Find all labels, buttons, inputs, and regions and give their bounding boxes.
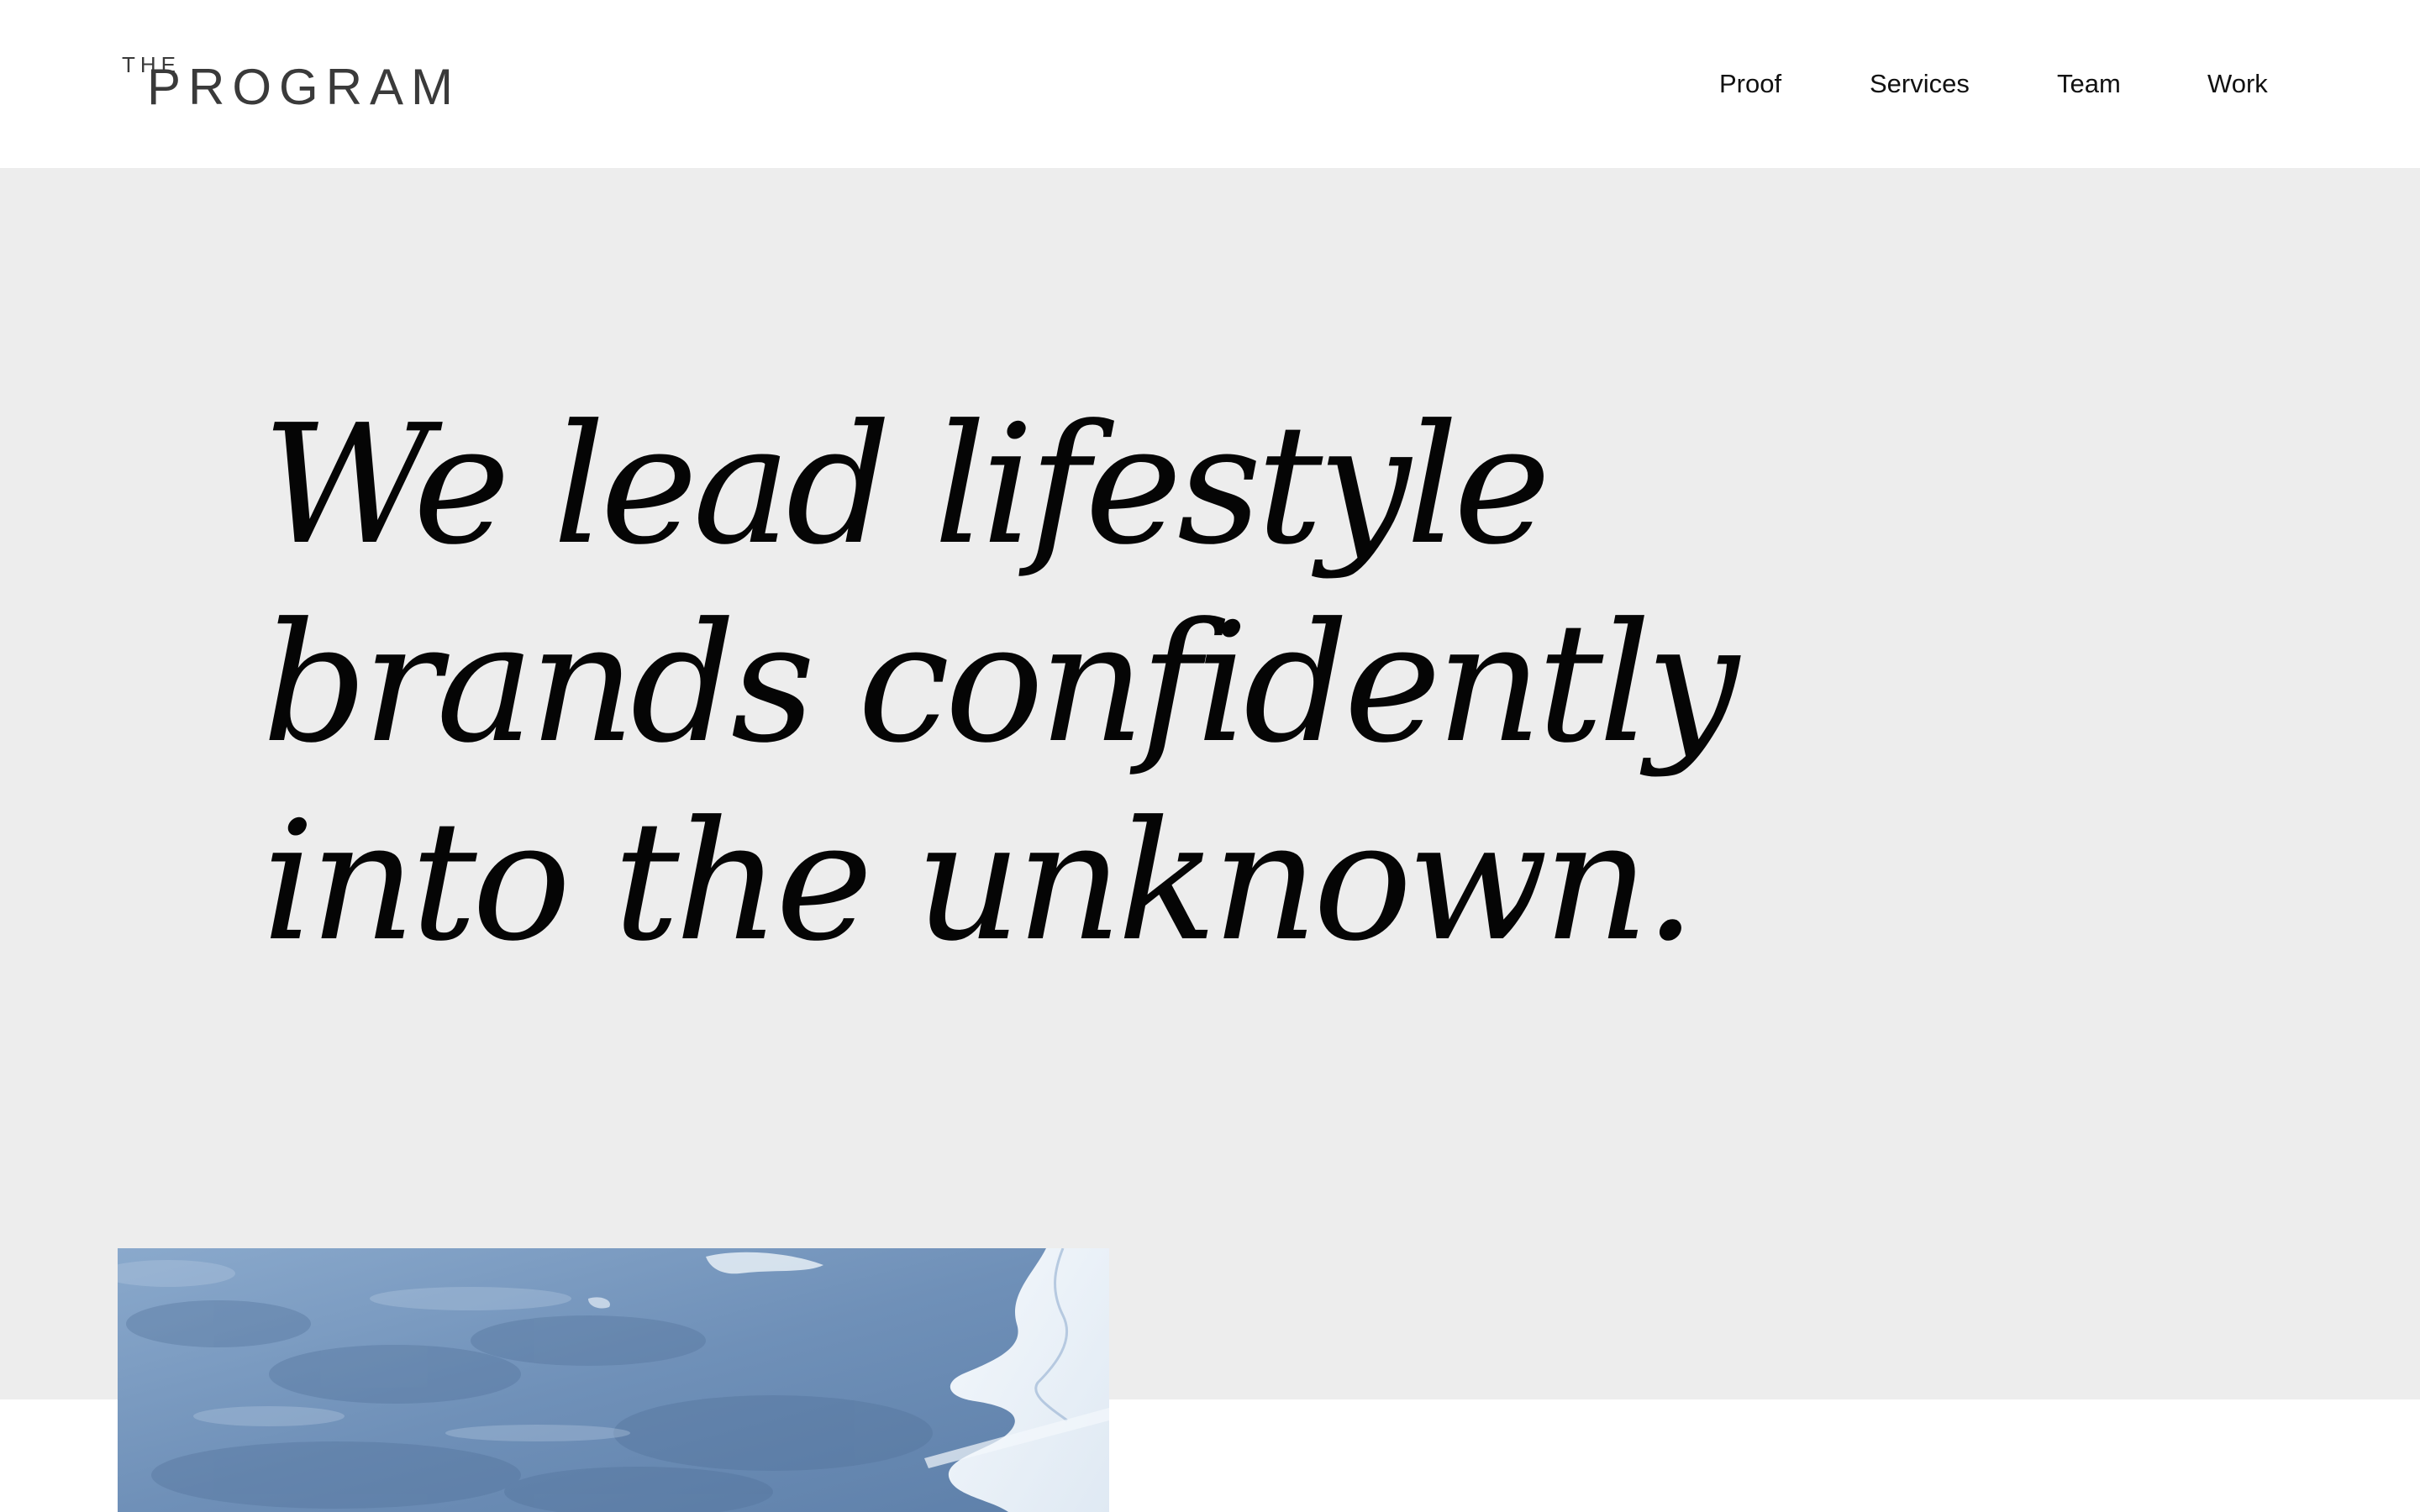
hero-headline-line-1: We lead lifestyle — [262, 390, 1551, 581]
hero-headline-line-3: into the unknown. — [262, 786, 1697, 978]
nav-link-team[interactable]: Team — [2057, 66, 2121, 102]
main-nav: Proof Services Team Work — [1714, 66, 2302, 102]
site-header: THE PROGRAM Proof Services Team Work — [0, 0, 2420, 168]
hero-headline: We lead lifestyle brands confidently int… — [262, 386, 1859, 981]
hero-image-aerial-landscape — [118, 1248, 1109, 1512]
hero-section: We lead lifestyle brands confidently int… — [0, 168, 2420, 1399]
aerial-landscape-illustration — [118, 1248, 1109, 1512]
hero-headline-line-2: brands confidently — [262, 588, 1739, 780]
the-program-logo[interactable]: THE PROGRAM — [122, 54, 453, 116]
nav-link-proof[interactable]: Proof — [1719, 66, 1781, 102]
nav-link-work[interactable]: Work — [2207, 66, 2268, 102]
nav-link-services[interactable]: Services — [1870, 66, 1970, 102]
logo-program-text: PROGRAM — [147, 59, 461, 115]
